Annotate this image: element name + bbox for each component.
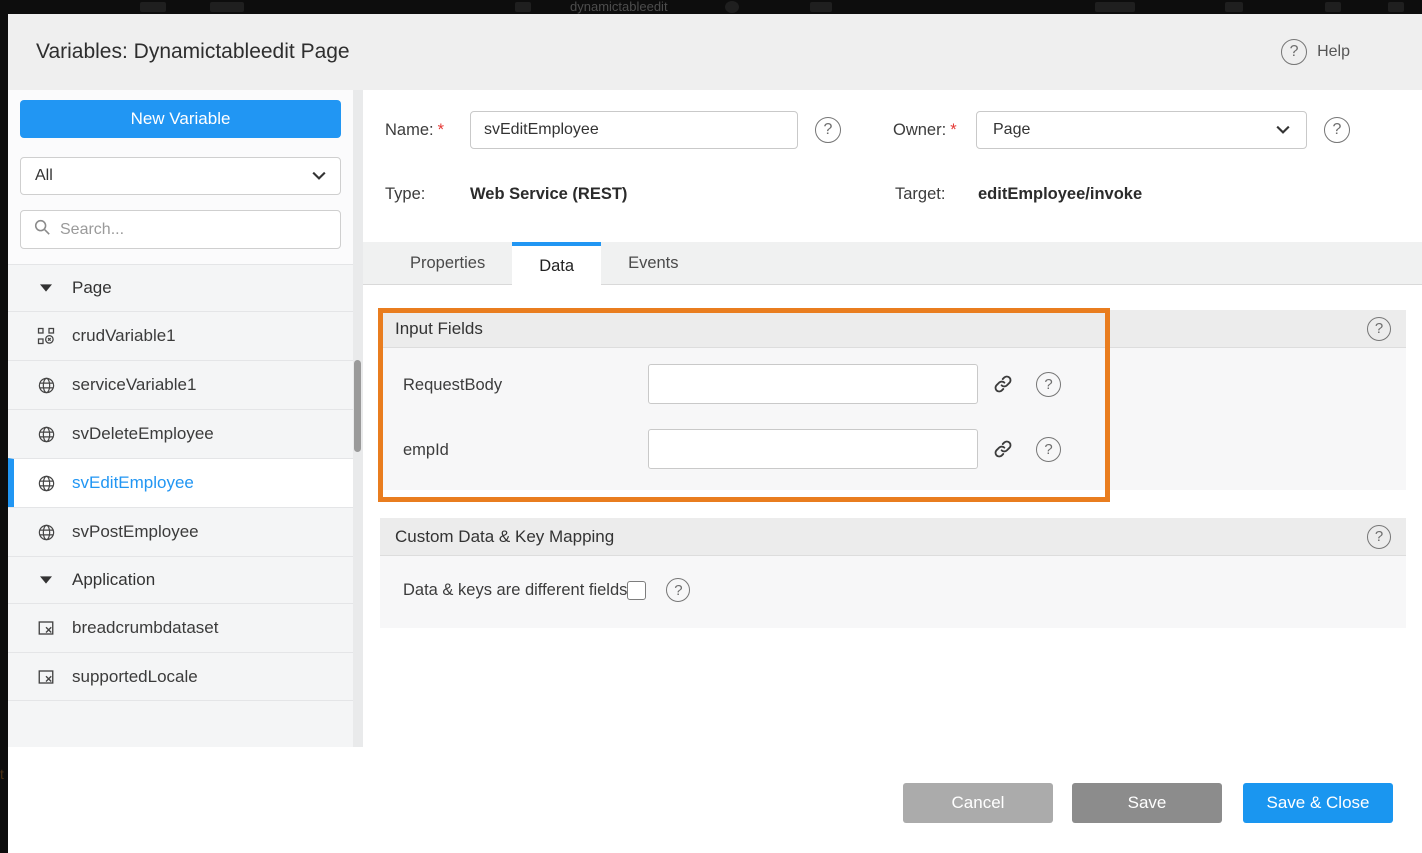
list-item-breadcrumbdataset[interactable]: breadcrumbdataset [8,603,353,652]
variable-filter-value: All [35,167,53,185]
background-left-strip-text: t [0,766,4,782]
variables-sidebar: New Variable All Page [8,90,363,747]
custom-mapping-section: Custom Data & Key Mapping ? Data & keys … [380,518,1406,628]
custom-mapping-header: Custom Data & Key Mapping ? [380,518,1406,555]
group-row-application[interactable]: Application [8,556,353,603]
type-value: Web Service (REST) [470,185,627,204]
requestbody-question-icon[interactable]: ? [1036,372,1061,397]
tab-bar: Properties Data Events [363,242,1422,285]
crud-variable-icon [36,326,56,346]
list-item-supportedlocale[interactable]: supportedLocale [8,652,353,701]
service-variable-globe-icon [36,375,56,395]
help-button[interactable]: ? Help [1281,39,1350,65]
list-item-svdeleteemployee[interactable]: svDeleteEmployee [8,409,353,458]
target-label: Target: [895,185,945,204]
service-variable-globe-icon [36,424,56,444]
bind-link-icon[interactable] [992,438,1014,460]
different-fields-label: Data & keys are different fields [403,581,627,600]
owner-question-icon[interactable]: ? [1324,117,1350,143]
owner-select[interactable]: Page [976,111,1307,149]
custom-mapping-body: Data & keys are different fields ? [380,555,1406,628]
group-label: Application [72,570,155,590]
group-row-page[interactable]: Page [8,264,353,311]
help-label[interactable]: Help [1317,43,1350,61]
required-asterisk: * [950,121,956,139]
chevron-down-icon [312,167,326,185]
list-item-label: svDeleteEmployee [72,424,214,444]
input-fields-header: Input Fields ? [380,310,1406,347]
required-asterisk: * [438,121,444,139]
collapse-arrow-icon[interactable] [36,278,56,298]
empid-input[interactable] [648,429,978,469]
input-fields-section: Input Fields ? RequestBody ? empId ? [380,310,1406,490]
save-button[interactable]: Save [1072,783,1222,823]
custom-mapping-title: Custom Data & Key Mapping [395,527,614,547]
list-item-label: svEditEmployee [72,473,194,493]
list-item-label: svPostEmployee [72,522,199,542]
tab-events[interactable]: Events [601,242,705,285]
owner-select-value: Page [993,121,1030,139]
type-label: Type: [385,185,425,204]
variable-search[interactable] [20,210,341,249]
tab-data[interactable]: Data [512,242,601,286]
group-label: Page [72,278,112,298]
list-item-sveditemployee-selected[interactable]: svEditEmployee [8,458,353,507]
service-variable-globe-icon [36,473,56,493]
list-item-svpostemployee[interactable]: svPostEmployee [8,507,353,556]
empid-label: empId [403,441,449,460]
name-label: Name:* [385,121,444,140]
owner-label: Owner:* [893,121,957,140]
background-page-name: dynamictableedit [570,0,668,14]
list-item-label: supportedLocale [72,667,198,687]
name-question-icon[interactable]: ? [815,117,841,143]
different-fields-checkbox[interactable] [627,581,646,600]
variables-dialog: Variables: Dynamictableedit Page ? Help … [8,14,1422,853]
sidebar-scrollbar-track[interactable] [353,90,363,747]
save-and-close-button[interactable]: Save & Close [1243,783,1393,823]
model-variable-icon [36,667,56,687]
list-item-label: crudVariable1 [72,326,176,346]
search-icon [33,218,51,241]
list-item-label: breadcrumbdataset [72,618,218,638]
background-app-bar: dynamictableedit [0,0,1422,14]
model-variable-icon [36,618,56,638]
bind-link-icon[interactable] [992,373,1014,395]
input-fields-question-icon[interactable]: ? [1367,317,1391,341]
list-item-servicevariable1[interactable]: serviceVariable1 [8,360,353,409]
requestbody-label: RequestBody [403,376,502,395]
help-question-icon[interactable]: ? [1281,39,1307,65]
target-value: editEmployee/invoke [978,185,1142,204]
different-fields-question-icon[interactable]: ? [666,578,690,602]
name-input[interactable] [470,111,798,149]
input-fields-title: Input Fields [395,319,483,339]
requestbody-input[interactable] [648,364,978,404]
dialog-header: Variables: Dynamictableedit Page ? Help [8,14,1422,90]
sidebar-scrollbar-thumb[interactable] [354,360,361,452]
empid-question-icon[interactable]: ? [1036,437,1061,462]
new-variable-button[interactable]: New Variable [20,100,341,138]
custom-mapping-question-icon[interactable]: ? [1367,525,1391,549]
tab-properties[interactable]: Properties [383,242,512,285]
dialog-title: Variables: Dynamictableedit Page [36,40,350,64]
service-variable-globe-icon [36,522,56,542]
list-item-crudvariable1[interactable]: crudVariable1 [8,311,353,360]
collapse-arrow-icon[interactable] [36,570,56,590]
search-input[interactable] [60,221,328,239]
list-item-label: serviceVariable1 [72,375,196,395]
chevron-down-icon [1276,121,1290,139]
variable-detail-panel: Name:* ? Owner:* Page ? Type: Web Servic… [363,90,1422,853]
cancel-button[interactable]: Cancel [903,783,1053,823]
variable-filter-select[interactable]: All [20,157,341,195]
variable-list: Page crudVariable1 serviceVariable1 svDe… [8,264,353,747]
input-fields-body: RequestBody ? empId ? [380,347,1406,490]
